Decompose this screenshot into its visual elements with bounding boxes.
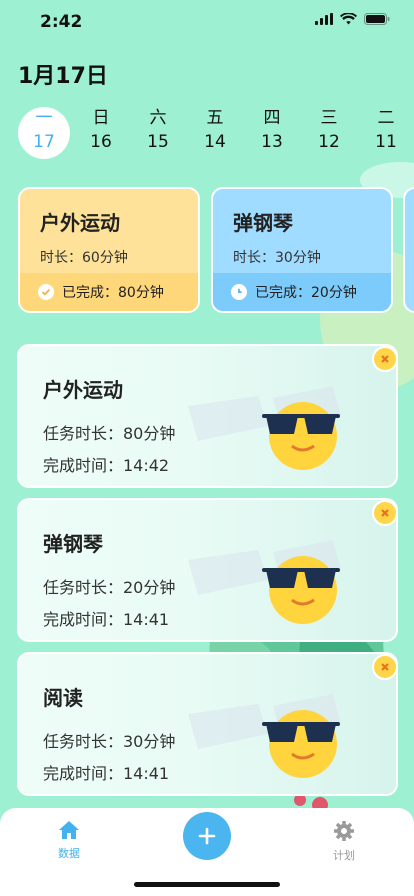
record-title: 弹钢琴 [43, 532, 103, 556]
record-card[interactable]: 阅读 任务时长：30分钟 完成时间：14:41 [17, 652, 398, 796]
day-weekday: 二 [377, 108, 395, 128]
tab-data-label: 数据 [58, 847, 80, 860]
status-bar: 2:42 [0, 0, 414, 46]
day-item[interactable]: 日 16 [75, 107, 127, 159]
day-number: 12 [318, 132, 340, 152]
tab-plan[interactable]: 计划 [314, 820, 374, 863]
day-weekday: 日 [92, 108, 110, 128]
tab-plan-label: 计划 [333, 849, 355, 862]
close-icon[interactable] [372, 500, 398, 526]
day-item[interactable]: 四 13 [246, 107, 298, 159]
status-icons [315, 13, 390, 25]
record-title: 阅读 [43, 686, 83, 710]
summary-card-outdoor[interactable]: 户外运动 时长：60分钟 已完成：80分钟 [18, 187, 200, 313]
day-weekday: 五 [206, 108, 224, 128]
summary-duration: 时长：30分钟 [233, 250, 321, 266]
record-finish-time: 完成时间：14:41 [43, 610, 170, 629]
tab-data[interactable]: 数据 [39, 820, 99, 861]
signal-icon [315, 13, 333, 25]
day-item[interactable]: 三 12 [303, 107, 355, 159]
record-title: 户外运动 [43, 378, 123, 402]
add-button[interactable] [183, 812, 231, 860]
home-indicator [134, 882, 280, 887]
day-weekday: 四 [263, 108, 281, 128]
day-item[interactable]: 五 14 [189, 107, 241, 159]
summary-title: 户外运动 [40, 211, 120, 235]
summary-card-partial[interactable] [403, 187, 414, 313]
day-number: 11 [375, 132, 397, 152]
record-task-duration: 任务时长：80分钟 [43, 424, 176, 443]
day-number: 13 [261, 132, 283, 152]
day-selector: 一 17 日 16 六 15 五 14 四 13 三 12 二 11 [18, 107, 414, 163]
page-title-date: 1月17日 [18, 64, 108, 89]
home-icon [59, 821, 79, 839]
record-finish-time: 完成时间：14:41 [43, 764, 170, 783]
wifi-icon [340, 13, 357, 25]
summary-title: 弹钢琴 [233, 211, 293, 235]
sunglasses-sun-icon [188, 540, 341, 624]
sunglasses-sun-icon [188, 694, 341, 778]
day-number: 16 [90, 132, 112, 152]
summary-status: 已完成：20分钟 [255, 285, 357, 301]
day-number: 17 [33, 132, 55, 152]
record-finish-time: 完成时间：14:42 [43, 456, 170, 475]
sunglasses-sun-icon [188, 386, 341, 470]
record-task-duration: 任务时长：30分钟 [43, 732, 176, 751]
day-weekday: 三 [320, 108, 338, 128]
check-circle-icon [38, 284, 54, 300]
plus-icon [198, 827, 216, 845]
close-icon[interactable] [372, 654, 398, 680]
battery-icon [364, 13, 390, 25]
summary-status-bar: 已完成：20分钟 [213, 273, 391, 311]
gear-icon [334, 821, 354, 841]
summary-status-bar: 已完成：80分钟 [20, 273, 198, 311]
day-number: 14 [204, 132, 226, 152]
record-task-duration: 任务时长：20分钟 [43, 578, 176, 597]
day-item[interactable]: 二 11 [360, 107, 412, 159]
clock-icon [231, 284, 247, 300]
status-time: 2:42 [40, 12, 83, 32]
day-weekday: 六 [149, 108, 167, 128]
record-card[interactable]: 户外运动 任务时长：80分钟 完成时间：14:42 [17, 344, 398, 488]
day-weekday: 一 [35, 108, 53, 128]
summary-card-piano[interactable]: 弹钢琴 时长：30分钟 已完成：20分钟 [211, 187, 393, 313]
summary-duration: 时长：60分钟 [40, 250, 128, 266]
day-number: 15 [147, 132, 169, 152]
close-icon[interactable] [372, 346, 398, 372]
summary-status: 已完成：80分钟 [62, 285, 164, 301]
record-card[interactable]: 弹钢琴 任务时长：20分钟 完成时间：14:41 [17, 498, 398, 642]
day-item[interactable]: 六 15 [132, 107, 184, 159]
day-item-selected[interactable]: 一 17 [18, 107, 70, 159]
